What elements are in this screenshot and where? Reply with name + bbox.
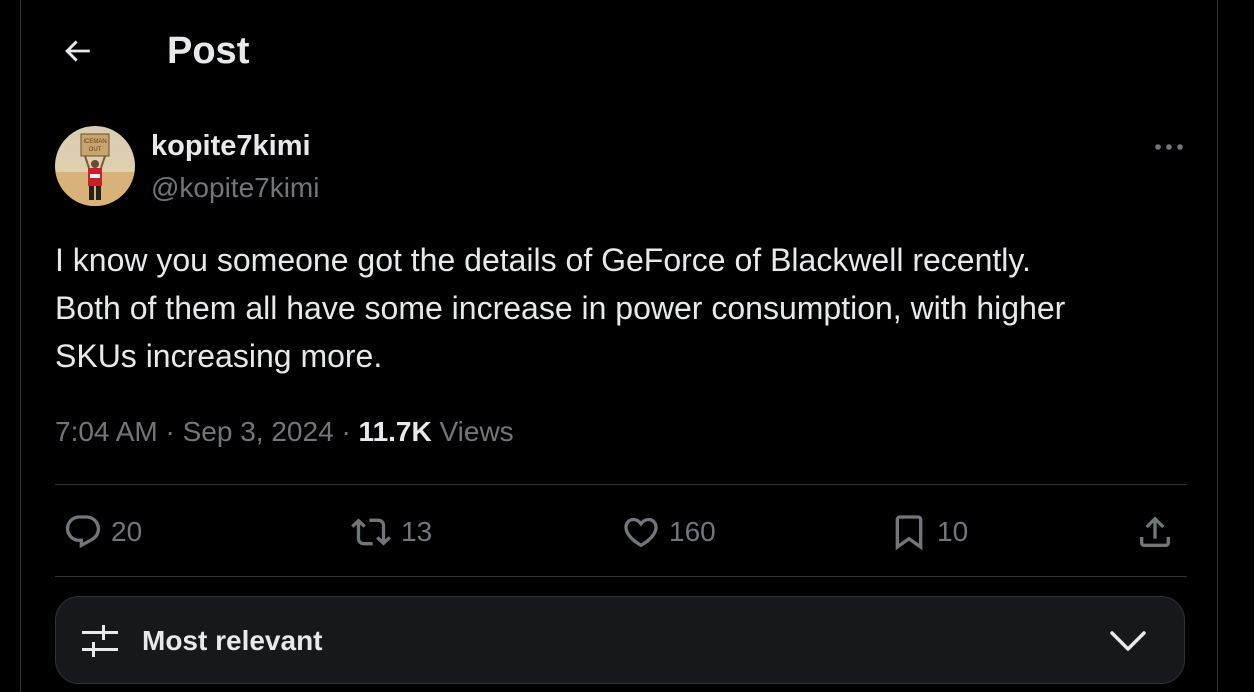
bookmark-icon	[895, 515, 923, 551]
repost-button[interactable]: 13	[349, 508, 432, 556]
more-options-button[interactable]	[1149, 130, 1189, 164]
meta-separator: ·	[341, 416, 351, 447]
avatar-image: ICEMAN OUT	[55, 126, 135, 206]
divider-bottom	[55, 576, 1187, 577]
repost-count: 13	[401, 516, 433, 547]
post-column: Post ICEMAN OUT kopite7kimi @kopite7kimi…	[20, 0, 1218, 692]
like-button[interactable]: 160	[621, 508, 716, 556]
author-display-name[interactable]: kopite7kimi	[151, 128, 311, 164]
sort-label: Most relevant	[142, 625, 323, 656]
svg-text:ICEMAN: ICEMAN	[83, 139, 106, 145]
author-handle[interactable]: @kopite7kimi	[151, 170, 319, 206]
more-dots-icon	[1155, 144, 1183, 150]
share-button[interactable]	[1135, 508, 1175, 556]
avatar[interactable]: ICEMAN OUT	[55, 126, 135, 206]
tweet-meta: 7:04 AM · Sep 3, 2024 · 11.7K Views	[55, 412, 514, 452]
reply-count: 20	[111, 516, 143, 547]
page-title: Post	[167, 30, 250, 72]
repost-icon	[351, 518, 391, 546]
tweet-date[interactable]: Sep 3, 2024	[183, 416, 334, 447]
tweet-time[interactable]: 7:04 AM	[55, 416, 158, 447]
heart-icon	[624, 517, 658, 548]
sliders-icon	[82, 625, 118, 657]
meta-separator: ·	[165, 416, 175, 447]
bookmark-count: 10	[937, 516, 969, 547]
like-count: 160	[669, 516, 716, 547]
share-icon	[1140, 516, 1170, 547]
arrow-left-icon	[65, 40, 90, 62]
chevron-down-icon	[1110, 631, 1146, 651]
views-count: 11.7K	[358, 416, 432, 447]
reply-icon	[65, 515, 101, 549]
page-header: Post	[21, 0, 1217, 104]
divider-top	[55, 484, 1187, 485]
bookmark-button[interactable]: 10	[889, 508, 968, 556]
sort-replies-dropdown[interactable]: Most relevant	[55, 596, 1185, 684]
tweet-text: I know you someone got the details of Ge…	[55, 242, 1066, 374]
svg-text:OUT: OUT	[89, 147, 102, 153]
views-label: Views	[439, 416, 514, 447]
back-button[interactable]	[57, 28, 97, 74]
reply-button[interactable]: 20	[63, 508, 142, 556]
action-bar: 20 13 160 10	[55, 494, 1187, 572]
